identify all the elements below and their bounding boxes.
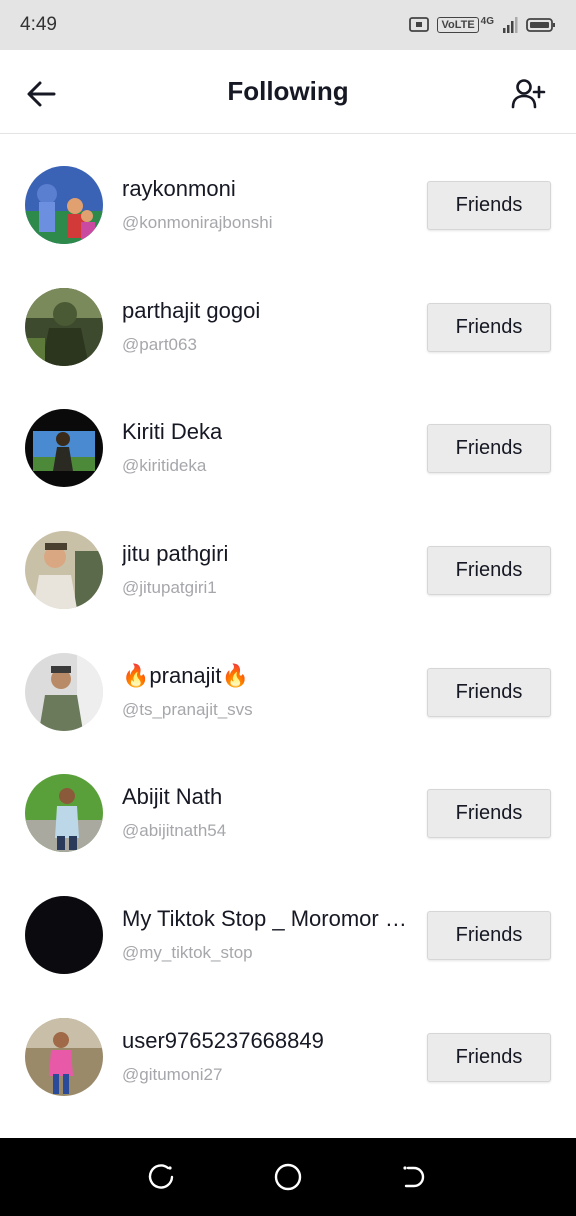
- volte-badge: VoLTE: [437, 17, 479, 33]
- friends-button[interactable]: Friends: [427, 181, 551, 230]
- avatar-image: [25, 1017, 103, 1096]
- page-title: Following: [227, 76, 349, 106]
- list-item[interactable]: raykonmoni @konmonirajbonshi Friends: [0, 134, 576, 256]
- friends-button[interactable]: Friends: [427, 1032, 551, 1082]
- cast-icon: [409, 17, 430, 32]
- avatar-image: [25, 896, 103, 975]
- status-time: 4:49: [20, 14, 57, 35]
- friends-button[interactable]: Friends: [427, 302, 551, 352]
- avatar-image: [25, 287, 103, 366]
- user-handle: @part063: [122, 334, 197, 354]
- friends-button[interactable]: Friends: [427, 789, 551, 839]
- back-icon[interactable]: [400, 1163, 428, 1191]
- avatar[interactable]: [25, 287, 103, 366]
- list-item[interactable]: Kiriti Deka @kiritideka Friends: [0, 377, 576, 499]
- recent-apps-icon[interactable]: [148, 1163, 176, 1191]
- list-item[interactable]: jitu pathgiri @jitupatgiri1 Friends: [0, 499, 576, 621]
- status-bar: 4:49 VoLTE 4G: [0, 0, 576, 50]
- add-user-icon[interactable]: [510, 76, 546, 112]
- list-item[interactable]: parthajit gogoi @part063 Friends: [0, 256, 576, 378]
- battery-icon: [526, 18, 555, 32]
- avatar[interactable]: [25, 409, 103, 488]
- friends-button[interactable]: Friends: [427, 911, 551, 961]
- following-list: raykonmoni @konmonirajbonshi Friends par…: [0, 134, 576, 1108]
- avatar-image: [25, 531, 103, 610]
- avatar-image: [25, 652, 103, 731]
- user-name[interactable]: raykonmoni: [122, 176, 236, 202]
- avatar[interactable]: [25, 774, 103, 853]
- user-handle: @jitupatgiri1: [122, 578, 217, 598]
- avatar-image: [25, 774, 103, 853]
- list-item[interactable]: user9765237668849 @gitumoni27 Friends: [0, 986, 576, 1108]
- avatar-image: [25, 409, 103, 488]
- user-name[interactable]: Kiriti Deka: [122, 419, 222, 445]
- user-name[interactable]: My Tiktok Stop _ Moromor Jaan: [122, 906, 407, 932]
- user-name[interactable]: parthajit gogoi: [122, 298, 260, 324]
- user-handle: @ts_pranajit_svs: [122, 699, 253, 719]
- signal-icon: [503, 17, 518, 33]
- user-handle: @my_tiktok_stop: [122, 943, 253, 963]
- home-icon[interactable]: [273, 1162, 303, 1192]
- user-handle: @konmonirajbonshi: [122, 213, 273, 232]
- user-name[interactable]: 🔥pranajit🔥: [122, 663, 249, 689]
- back-arrow-icon[interactable]: [22, 74, 62, 114]
- list-item[interactable]: 🔥pranajit🔥 @ts_pranajit_svs Friends: [0, 621, 576, 743]
- user-handle: @gitumoni27: [122, 1064, 223, 1084]
- friends-button[interactable]: Friends: [427, 546, 551, 596]
- list-item[interactable]: My Tiktok Stop _ Moromor Jaan @my_tiktok…: [0, 864, 576, 986]
- system-nav-bar: [0, 1138, 576, 1216]
- user-handle: @abijitnath54: [122, 821, 227, 841]
- header-bar: Following: [0, 50, 576, 134]
- list-item[interactable]: Abijit Nath @abijitnath54 Friends: [0, 742, 576, 864]
- avatar[interactable]: [25, 1017, 103, 1096]
- user-name[interactable]: jitu pathgiri: [122, 541, 228, 567]
- status-icons: VoLTE 4G: [409, 16, 556, 34]
- avatar[interactable]: [25, 166, 103, 244]
- friends-button[interactable]: Friends: [427, 424, 551, 474]
- user-name[interactable]: Abijit Nath: [122, 784, 222, 810]
- avatar-image: [25, 166, 103, 244]
- friends-button[interactable]: Friends: [427, 667, 551, 717]
- avatar[interactable]: [25, 652, 103, 731]
- user-name[interactable]: user9765237668849: [122, 1028, 324, 1054]
- avatar[interactable]: [25, 531, 103, 610]
- user-handle: @kiritideka: [122, 456, 207, 476]
- avatar[interactable]: [25, 896, 103, 975]
- network-gen-label: 4G: [480, 15, 494, 27]
